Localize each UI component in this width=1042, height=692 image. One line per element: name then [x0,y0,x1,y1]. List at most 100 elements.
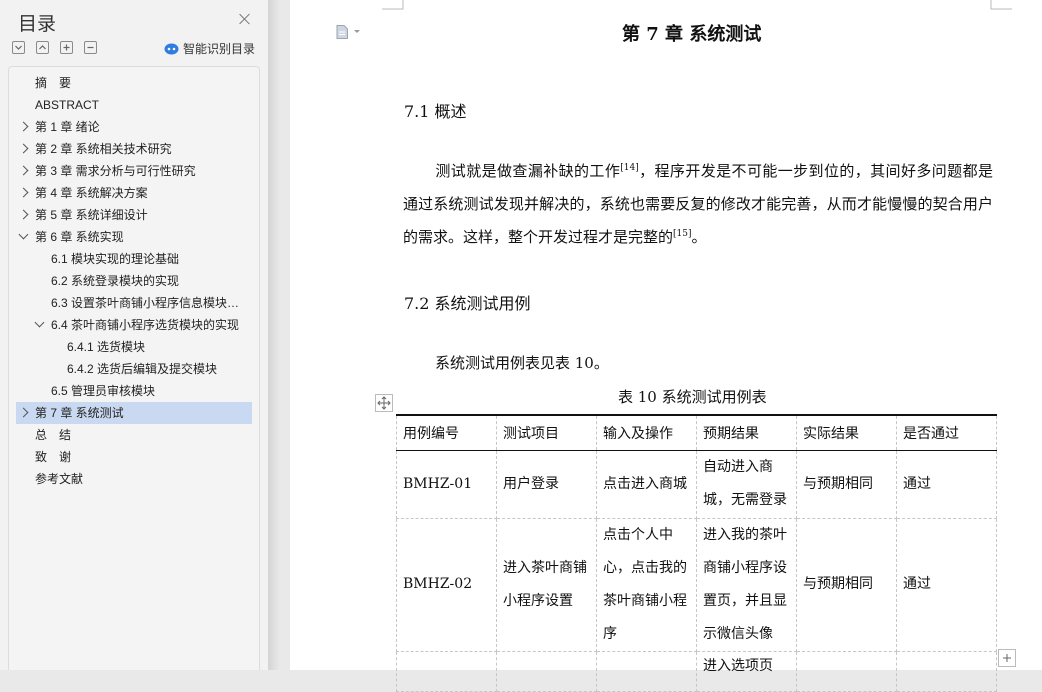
toc-item[interactable]: ABSTRACT [9,94,259,116]
citation[interactable]: [14] [620,163,638,173]
toc-item[interactable]: 6.2 系统登录模块的实现 [9,270,259,292]
document-icon[interactable] [336,25,348,39]
table-cell[interactable]: 通过 [896,449,997,519]
chevron-right-icon[interactable] [18,121,29,132]
overview-paragraph: 测试就是做查漏补缺的工作[14]，程序开发是不可能一步到位的，其间好多问题都是通… [403,155,993,254]
toc-item-label: 参考文献 [35,472,84,486]
toc-item-label: 6.1 模块实现的理论基础 [51,252,180,266]
table-header-cell[interactable]: 输入及操作 [596,414,697,451]
remove-heading-icon[interactable] [84,41,97,54]
toc-item[interactable]: 6.4 茶叶商铺小程序选货模块的实现 [9,314,259,336]
table-row: BMHZ-01 用户登录 点击进入商城 自动进入商城，无需登录 与预期相同 通过 [396,449,997,519]
chevron-right-icon[interactable] [18,209,29,220]
paragraph-text: 测试就是做查漏补缺的工作 [435,162,621,180]
toc-item-label: 第 7 章 系统测试 [35,406,124,420]
toc-item[interactable]: 摘 要 [9,72,259,94]
chevron-right-icon[interactable] [18,143,29,154]
toc-item-label: ABSTRACT [35,98,100,112]
toc-item-label: 第 5 章 系统详细设计 [35,208,148,222]
plus-icon [1003,654,1011,662]
toc-item-label: 6.4.2 选货后编辑及提交模块 [67,362,218,376]
paragraph-text: 系统测试用例表见表 10。 [435,354,609,372]
table-cell[interactable]: 进入选项页 [696,650,797,692]
toc-title: 目录 [18,14,57,35]
testcase-paragraph: 系统测试用例表见表 10。 [403,347,993,380]
add-row-button[interactable] [998,649,1016,667]
toc-item-label: 总 结 [35,428,72,442]
table-cell[interactable]: 点击个人中心，点击我的茶叶商铺小程序 [596,517,697,652]
table-header-cell[interactable]: 是否通过 [896,414,997,451]
page-corner-mark [990,0,1012,10]
citation[interactable]: [15] [673,229,691,239]
paragraph-text: 。 [691,228,707,246]
table-cell[interactable] [396,650,497,692]
toc-item-label: 第 1 章 绪论 [35,120,100,134]
collapse-all-icon[interactable] [36,41,49,54]
toc-item-label: 致 谢 [35,450,72,464]
table-cell[interactable]: 与预期相同 [796,517,897,652]
move-icon [377,396,391,410]
toc-item[interactable]: 6.3 设置茶叶商铺小程序信息模块的实现 [9,292,259,314]
toc-item-label: 摘 要 [35,76,72,90]
table-cell[interactable]: 用户登录 [496,449,597,519]
toc-item[interactable]: 第 2 章 系统相关技术研究 [9,138,259,160]
table-header-cell[interactable]: 预期结果 [696,414,797,451]
chapter-title: 第 7 章 系统测试 [622,24,762,45]
table-cell[interactable] [496,650,597,692]
table-cell[interactable]: BMHZ-01 [396,449,497,519]
toc-item[interactable]: 第 3 章 需求分析与可行性研究 [9,160,259,182]
toc-item[interactable]: 第 1 章 绪论 [9,116,259,138]
table-row: 进入选项页 [396,650,997,692]
toc-item[interactable]: 总 结 [9,424,259,446]
table-move-handle[interactable] [375,394,393,412]
toc-item-label: 6.4.1 选货模块 [67,340,146,354]
table-cell[interactable]: 通过 [896,517,997,652]
toc-item[interactable]: 6.4.2 选货后编辑及提交模块 [9,358,259,380]
smart-toc-button[interactable]: 智能识别目录 [164,40,255,57]
table-cell[interactable]: 进入茶叶商铺小程序设置 [496,517,597,652]
add-heading-icon[interactable] [60,41,73,54]
chevron-down-icon[interactable] [34,317,45,328]
table-cell[interactable]: 进入我的茶叶商铺小程序设置页，并且显示微信头像 [696,517,797,652]
toc-item[interactable]: 参考文献 [9,468,259,490]
toc-toolbar [12,41,97,54]
table-cell[interactable]: 与预期相同 [796,449,897,519]
chevron-right-icon[interactable] [18,407,29,418]
document-page[interactable]: 第 7 章 系统测试 7.1 概述 测试就是做查漏补缺的工作[14]，程序开发是… [290,0,1042,692]
toc-item-label: 6.5 管理员审核模块 [51,384,156,398]
section-heading: 7.2 系统测试用例 [404,294,531,313]
toc-item-label: 6.4 茶叶商铺小程序选货模块的实现 [51,318,240,332]
table-cell[interactable] [596,650,697,692]
table-header-cell[interactable]: 测试项目 [496,414,597,451]
chevron-right-icon[interactable] [18,165,29,176]
toc-item[interactable]: 6.5 管理员审核模块 [9,380,259,402]
table-cell[interactable] [896,650,997,692]
page-gap [268,0,280,670]
table-body: BMHZ-01 用户登录 点击进入商城 自动进入商城，无需登录 与预期相同 通过 BMHZ-… [396,449,997,692]
expand-all-icon[interactable] [12,41,25,54]
toc-item[interactable]: 第 6 章 系统实现 [9,226,259,248]
test-case-table[interactable]: 用例编号 测试项目 输入及操作 预期结果 实际结果 是否通过 BMHZ-01 用户登录 点击进… [396,414,997,692]
table-header-cell[interactable]: 实际结果 [796,414,897,451]
toc-item[interactable]: 6.1 模块实现的理论基础 [9,248,259,270]
section-heading: 7.1 概述 [404,102,467,121]
toc-item[interactable]: 第 7 章 系统测试 [16,402,252,424]
table-cell[interactable]: BMHZ-02 [396,517,497,652]
toc-item-label: 6.2 系统登录模块的实现 [51,274,180,288]
toc-item[interactable]: 6.4.1 选货模块 [9,336,259,358]
toc-item[interactable]: 致 谢 [9,446,259,468]
smart-toc-label: 智能识别目录 [183,42,256,56]
table-cell[interactable]: 自动进入商城，无需登录 [696,449,797,519]
chevron-right-icon[interactable] [18,187,29,198]
table-cell[interactable] [796,650,897,692]
close-icon[interactable] [238,12,252,26]
toc-item[interactable]: 第 5 章 系统详细设计 [9,204,259,226]
toc-item-label: 第 3 章 需求分析与可行性研究 [35,164,196,178]
toc-item[interactable]: 第 4 章 系统解决方案 [9,182,259,204]
table-cell[interactable]: 点击进入商城 [596,449,697,519]
chevron-down-icon[interactable] [18,229,29,240]
document-area: 第 7 章 系统测试 7.1 概述 测试就是做查漏补缺的工作[14]，程序开发是… [268,0,1042,692]
toc-panel: 摘 要 ABSTRACT 第 1 章 绪论第 2 章 系统相关技术研究第 3 章 需… [8,66,260,670]
chevron-down-icon[interactable] [354,30,360,33]
table-header-cell[interactable]: 用例编号 [396,414,497,451]
